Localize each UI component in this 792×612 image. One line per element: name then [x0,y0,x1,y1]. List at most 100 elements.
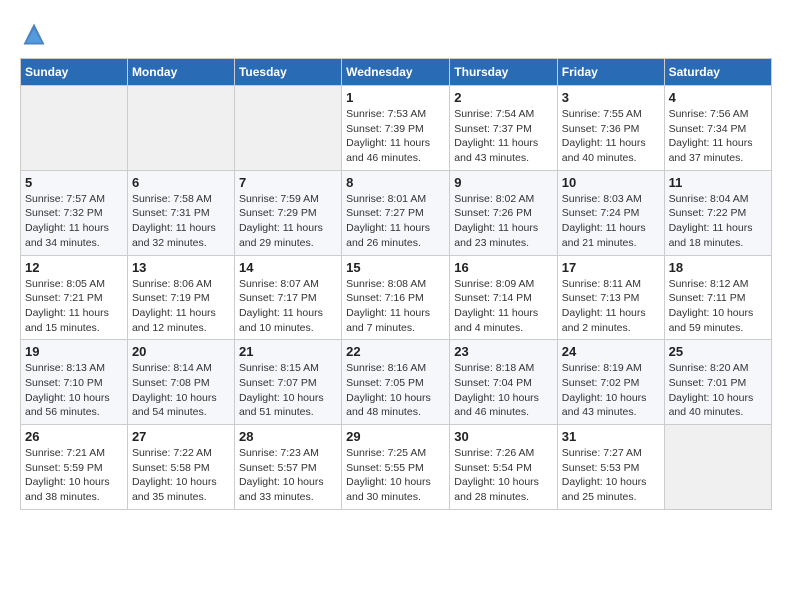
day-number: 27 [132,429,230,444]
calendar-day-cell: 2 Sunrise: 7:54 AMSunset: 7:37 PMDaylight… [450,86,558,171]
day-info: Sunrise: 8:04 AMSunset: 7:22 PMDaylight:… [669,192,767,251]
day-info: Sunrise: 8:15 AMSunset: 7:07 PMDaylight:… [239,361,337,420]
day-info: Sunrise: 7:21 AMSunset: 5:59 PMDaylight:… [25,446,123,505]
day-info: Sunrise: 7:25 AMSunset: 5:55 PMDaylight:… [346,446,445,505]
calendar-day-cell: 17 Sunrise: 8:11 AMSunset: 7:13 PMDayligh… [557,255,664,340]
calendar-day-cell: 25Sunrise: 8:20 AMSunset: 7:01 PMDayligh… [664,340,771,425]
day-info: Sunrise: 8:02 AMSunset: 7:26 PMDaylight:… [454,192,553,251]
day-info: Sunrise: 8:07 AMSunset: 7:17 PMDaylight:… [239,277,337,336]
day-number: 10 [562,175,660,190]
calendar-day-cell: 9 Sunrise: 8:02 AMSunset: 7:26 PMDaylight… [450,170,558,255]
day-number: 15 [346,260,445,275]
calendar-day-cell: 11 Sunrise: 8:04 AMSunset: 7:22 PMDayligh… [664,170,771,255]
day-info: Sunrise: 8:12 AMSunset: 7:11 PMDaylight:… [669,277,767,336]
calendar-day-cell: 14 Sunrise: 8:07 AMSunset: 7:17 PMDayligh… [234,255,341,340]
day-info: Sunrise: 8:06 AMSunset: 7:19 PMDaylight:… [132,277,230,336]
calendar-table: SundayMondayTuesdayWednesdayThursdayFrid… [20,58,772,510]
day-number: 8 [346,175,445,190]
day-info: Sunrise: 8:01 AMSunset: 7:27 PMDaylight:… [346,192,445,251]
day-info: Sunrise: 8:11 AMSunset: 7:13 PMDaylight:… [562,277,660,336]
calendar-day-cell: 19 Sunrise: 8:13 AMSunset: 7:10 PMDayligh… [21,340,128,425]
calendar-week-row: 12 Sunrise: 8:05 AMSunset: 7:21 PMDayligh… [21,255,772,340]
calendar-day-cell [127,86,234,171]
day-number: 6 [132,175,230,190]
day-info: Sunrise: 8:13 AMSunset: 7:10 PMDaylight:… [25,361,123,420]
day-number: 29 [346,429,445,444]
day-info: Sunrise: 8:03 AMSunset: 7:24 PMDaylight:… [562,192,660,251]
calendar-week-row: 1Sunrise: 7:53 AMSunset: 7:39 PMDaylight… [21,86,772,171]
day-number: 2 [454,90,553,105]
calendar-day-cell: 5 Sunrise: 7:57 AMSunset: 7:32 PMDaylight… [21,170,128,255]
day-of-week-header: Sunday [21,59,128,86]
calendar-day-cell [234,86,341,171]
calendar-day-cell: 15 Sunrise: 8:08 AMSunset: 7:16 PMDayligh… [342,255,450,340]
calendar-day-cell [21,86,128,171]
calendar-week-row: 26Sunrise: 7:21 AMSunset: 5:59 PMDayligh… [21,425,772,510]
day-info: Sunrise: 7:56 AMSunset: 7:34 PMDaylight:… [669,107,767,166]
day-info: Sunrise: 8:19 AMSunset: 7:02 PMDaylight:… [562,361,660,420]
day-number: 19 [25,344,123,359]
day-number: 5 [25,175,123,190]
day-of-week-header: Thursday [450,59,558,86]
calendar-day-cell: 29 Sunrise: 7:25 AMSunset: 5:55 PMDayligh… [342,425,450,510]
calendar-day-cell: 28 Sunrise: 7:23 AMSunset: 5:57 PMDayligh… [234,425,341,510]
calendar-day-cell: 27 Sunrise: 7:22 AMSunset: 5:58 PMDayligh… [127,425,234,510]
day-info: Sunrise: 8:08 AMSunset: 7:16 PMDaylight:… [346,277,445,336]
day-info: Sunrise: 8:05 AMSunset: 7:21 PMDaylight:… [25,277,123,336]
logo [20,20,52,48]
calendar-week-row: 19 Sunrise: 8:13 AMSunset: 7:10 PMDayligh… [21,340,772,425]
day-number: 16 [454,260,553,275]
day-info: Sunrise: 8:20 AMSunset: 7:01 PMDaylight:… [669,361,767,420]
day-info: Sunrise: 7:59 AMSunset: 7:29 PMDaylight:… [239,192,337,251]
day-info: Sunrise: 7:57 AMSunset: 7:32 PMDaylight:… [25,192,123,251]
calendar-day-cell: 22 Sunrise: 8:16 AMSunset: 7:05 PMDayligh… [342,340,450,425]
day-info: Sunrise: 7:58 AMSunset: 7:31 PMDaylight:… [132,192,230,251]
day-of-week-header: Wednesday [342,59,450,86]
day-number: 9 [454,175,553,190]
day-info: Sunrise: 8:14 AMSunset: 7:08 PMDaylight:… [132,361,230,420]
day-number: 28 [239,429,337,444]
day-number: 4 [669,90,767,105]
calendar-day-cell: 12 Sunrise: 8:05 AMSunset: 7:21 PMDayligh… [21,255,128,340]
calendar-day-cell: 21 Sunrise: 8:15 AMSunset: 7:07 PMDayligh… [234,340,341,425]
day-info: Sunrise: 7:26 AMSunset: 5:54 PMDaylight:… [454,446,553,505]
day-info: Sunrise: 7:54 AMSunset: 7:37 PMDaylight:… [454,107,553,166]
calendar-day-cell: 4 Sunrise: 7:56 AMSunset: 7:34 PMDaylight… [664,86,771,171]
day-number: 14 [239,260,337,275]
calendar-day-cell: 31 Sunrise: 7:27 AMSunset: 5:53 PMDayligh… [557,425,664,510]
logo-icon [20,20,48,48]
day-number: 11 [669,175,767,190]
day-info: Sunrise: 7:23 AMSunset: 5:57 PMDaylight:… [239,446,337,505]
calendar-day-cell: 10 Sunrise: 8:03 AMSunset: 7:24 PMDayligh… [557,170,664,255]
calendar-day-cell [664,425,771,510]
day-number: 18 [669,260,767,275]
day-number: 7 [239,175,337,190]
calendar-day-cell: 30 Sunrise: 7:26 AMSunset: 5:54 PMDayligh… [450,425,558,510]
day-of-week-header: Friday [557,59,664,86]
day-number: 30 [454,429,553,444]
day-number: 20 [132,344,230,359]
day-number: 24 [562,344,660,359]
day-number: 22 [346,344,445,359]
day-info: Sunrise: 7:27 AMSunset: 5:53 PMDaylight:… [562,446,660,505]
day-info: Sunrise: 7:53 AMSunset: 7:39 PMDaylight:… [346,107,445,166]
day-info: Sunrise: 7:55 AMSunset: 7:36 PMDaylight:… [562,107,660,166]
calendar-day-cell: 13Sunrise: 8:06 AMSunset: 7:19 PMDayligh… [127,255,234,340]
calendar-day-cell: 8 Sunrise: 8:01 AMSunset: 7:27 PMDaylight… [342,170,450,255]
day-info: Sunrise: 7:22 AMSunset: 5:58 PMDaylight:… [132,446,230,505]
calendar-day-cell: 20 Sunrise: 8:14 AMSunset: 7:08 PMDayligh… [127,340,234,425]
calendar-day-cell: 24 Sunrise: 8:19 AMSunset: 7:02 PMDayligh… [557,340,664,425]
day-of-week-header: Saturday [664,59,771,86]
day-number: 12 [25,260,123,275]
calendar-day-cell: 26Sunrise: 7:21 AMSunset: 5:59 PMDayligh… [21,425,128,510]
calendar-day-cell: 18 Sunrise: 8:12 AMSunset: 7:11 PMDayligh… [664,255,771,340]
day-info: Sunrise: 8:16 AMSunset: 7:05 PMDaylight:… [346,361,445,420]
day-info: Sunrise: 8:18 AMSunset: 7:04 PMDaylight:… [454,361,553,420]
day-number: 21 [239,344,337,359]
calendar-day-cell: 1Sunrise: 7:53 AMSunset: 7:39 PMDaylight… [342,86,450,171]
day-number: 17 [562,260,660,275]
calendar-day-cell: 6 Sunrise: 7:58 AMSunset: 7:31 PMDaylight… [127,170,234,255]
day-number: 31 [562,429,660,444]
day-of-week-header: Monday [127,59,234,86]
calendar-day-cell: 7 Sunrise: 7:59 AMSunset: 7:29 PMDaylight… [234,170,341,255]
